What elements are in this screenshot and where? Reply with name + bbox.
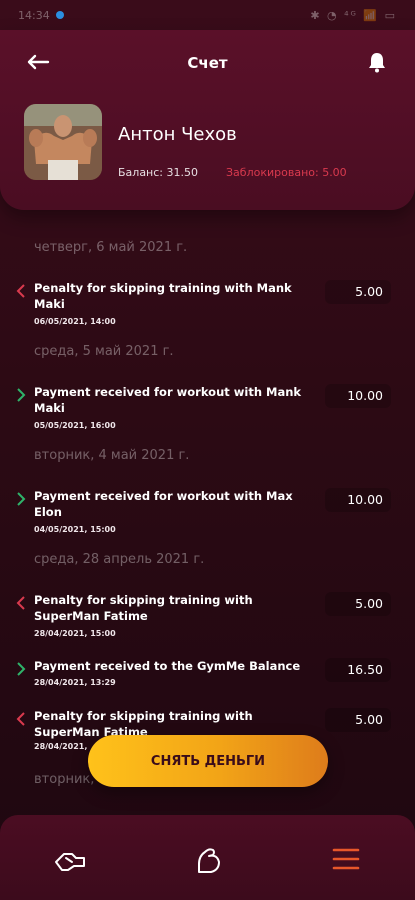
date-header: четверг, 6 май 2021 г. — [34, 240, 188, 255]
tab-workouts[interactable] — [188, 839, 228, 879]
date-header: вторник, — [34, 772, 95, 787]
bicep-icon — [198, 848, 220, 873]
date-header: среда, 5 май 2021 г. — [34, 344, 174, 359]
tab-deals[interactable] — [50, 839, 90, 879]
notification-dot-icon — [55, 11, 64, 19]
transaction-time: 28/04/2021, — [34, 742, 88, 751]
transaction-time: 28/04/2021, 13:29 — [34, 678, 116, 687]
transaction-description: Penalty for skipping training with Mank … — [34, 281, 292, 311]
notifications-button[interactable] — [365, 50, 389, 74]
handshake-icon — [55, 853, 85, 871]
page-title: Счет — [187, 54, 228, 72]
tab-menu[interactable] — [326, 839, 366, 879]
blocked-value: Заблокировано: 5.00 — [226, 166, 347, 179]
transaction-time: 04/05/2021, 15:00 — [34, 525, 116, 534]
chevron-right-icon — [17, 662, 26, 676]
transaction-amount: 10.00 — [325, 384, 391, 408]
status-icons: ✱ ◔ ⁴ᴳ 📶 ▭ — [310, 8, 397, 22]
status-bar: 14:34 ✱ ◔ ⁴ᴳ 📶 ▭ — [0, 0, 415, 30]
transaction-amount: 16.50 — [325, 658, 391, 682]
balance-value: Баланс: 31.50 — [118, 166, 198, 179]
date-header: среда, 28 апрель 2021 г. — [34, 552, 205, 567]
status-time: 14:34 — [18, 8, 50, 22]
transaction-amount: 5.00 — [325, 592, 391, 616]
transaction-time: 05/05/2021, 16:00 — [34, 421, 116, 430]
chevron-left-icon — [16, 712, 25, 726]
transaction-amount: 10.00 — [325, 488, 391, 512]
transaction-amount: 5.00 — [325, 280, 391, 304]
transaction-description: Payment received to the GymMe Balance — [34, 659, 301, 673]
bell-icon — [369, 53, 385, 73]
date-header: вторник, 4 май 2021 г. — [34, 448, 190, 463]
transaction-description: Payment received for workout with Mank M… — [34, 385, 302, 415]
chevron-right-icon — [17, 492, 26, 506]
chevron-left-icon — [16, 596, 25, 610]
bottom-tab-bar — [0, 815, 415, 900]
chevron-right-icon — [17, 388, 26, 402]
transaction-amount: 5.00 — [325, 708, 391, 732]
transaction-time: 06/05/2021, 14:00 — [34, 317, 116, 326]
menu-icon — [332, 848, 360, 870]
chevron-left-icon — [16, 284, 25, 298]
avatar — [24, 104, 102, 180]
account-header: Счет Антон Чехов Баланс: 31.50 Заблокиро… — [0, 30, 415, 210]
transaction-description: Penalty for skipping training with Super… — [34, 593, 253, 623]
user-name: Антон Чехов — [118, 124, 237, 145]
user-photo — [24, 104, 102, 180]
transaction-description: Payment received for workout with Max El… — [34, 489, 293, 519]
transaction-time: 28/04/2021, 15:00 — [34, 629, 116, 638]
withdraw-button[interactable]: СНЯТЬ ДЕНЬГИ — [88, 735, 328, 787]
